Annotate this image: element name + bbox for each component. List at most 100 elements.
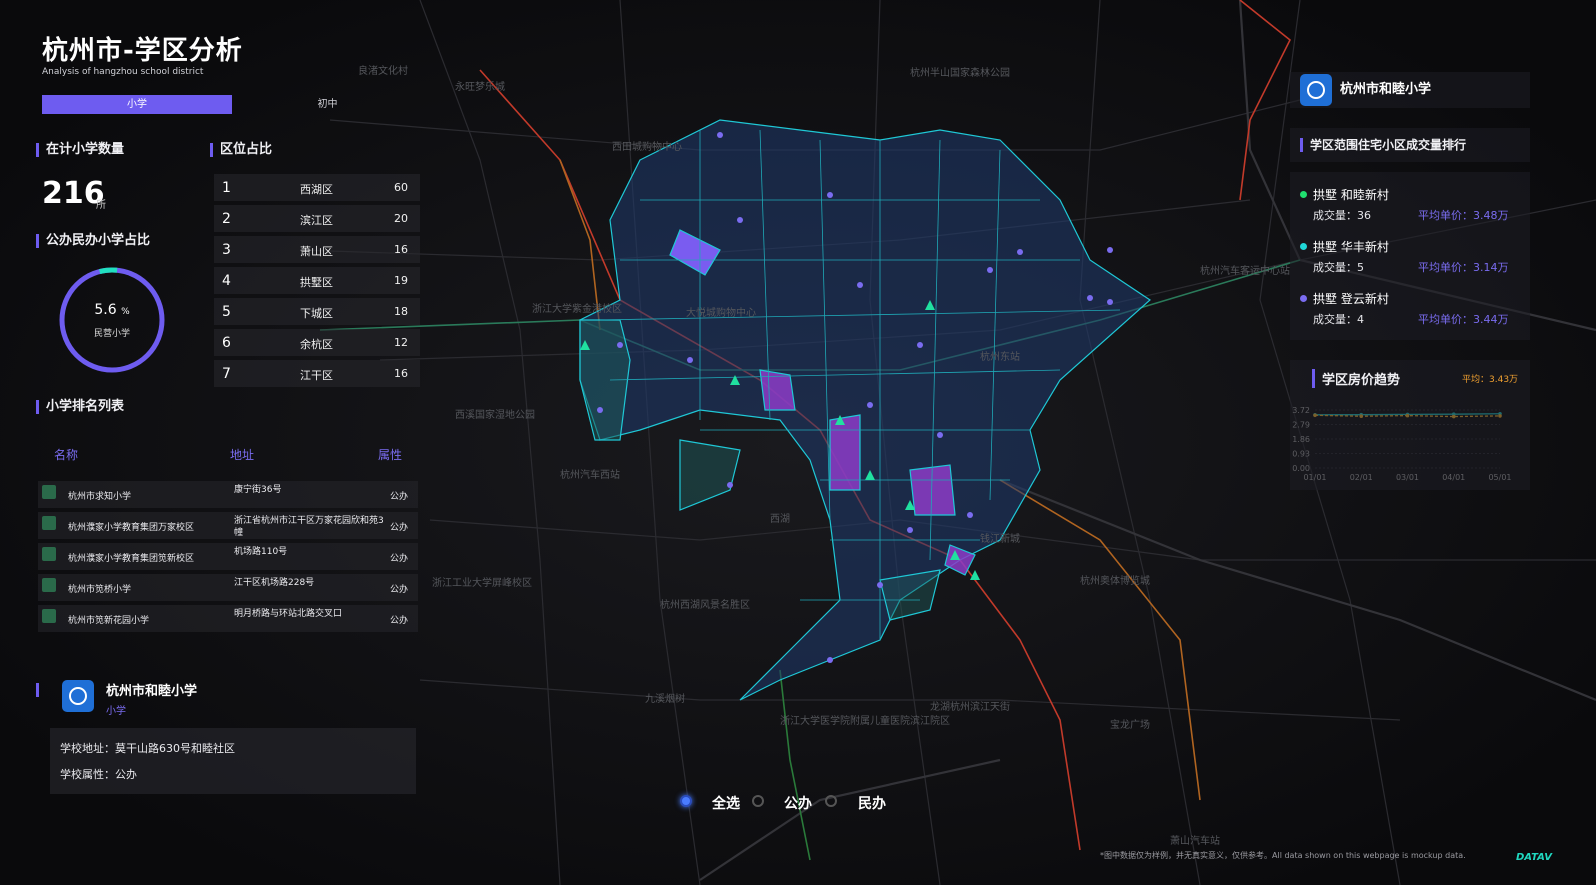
- rank-volume: 成交量：5: [1313, 261, 1364, 274]
- map-label: 杭州西湖风景名胜区: [660, 600, 750, 611]
- map-label: 杭州半山国家森林公园: [910, 68, 1010, 79]
- count-section-title: 在计小学数量: [36, 143, 124, 157]
- school-name: 杭州市笕新花园小学: [68, 616, 150, 626]
- column-header-type[interactable]: 属性: [378, 446, 402, 463]
- district-name: 下城区: [300, 307, 333, 320]
- school-detail-card: [50, 728, 416, 794]
- district-value: 60: [394, 181, 408, 194]
- ratio-ring-arc: [99, 267, 118, 274]
- district-name: 西湖区: [300, 183, 333, 196]
- school-address: 明月桥路与环站北路交叉口: [234, 609, 343, 619]
- rank-volume: 成交量：36: [1313, 209, 1371, 222]
- school-address: 浙江省杭州市江干区万家花园欣和苑3幢: [234, 516, 384, 538]
- district-name: 江干区: [300, 369, 333, 382]
- map-label: 钱江新城: [980, 534, 1020, 545]
- school-row[interactable]: 杭州濮家小学教育集团笕新校区 机场路110号公办: [38, 543, 418, 570]
- school-icon: [42, 609, 56, 623]
- school-type: 公办: [389, 523, 408, 533]
- district-rank: 2: [222, 211, 231, 227]
- map-label: 浙江工业大学屏峰校区: [432, 578, 532, 589]
- legend-radio-private[interactable]: [825, 795, 837, 807]
- school-list-title: 小学排名列表: [36, 400, 124, 414]
- district-value: 12: [394, 336, 408, 349]
- district-row[interactable]: 2 滨江区 20: [214, 205, 420, 232]
- legend-public[interactable]: 公办: [784, 793, 812, 813]
- district-row[interactable]: 6 余杭区 12: [214, 329, 420, 356]
- trend-average: 平均：3.43万: [1462, 375, 1519, 385]
- legend-all[interactable]: 全选: [712, 793, 740, 813]
- disclaimer: *图中数据仅为样例，并无真实意义，仅供参考。All data shown on …: [1100, 851, 1466, 860]
- map-label: 大悦城购物中心: [686, 308, 756, 319]
- school-type: 公办: [389, 554, 408, 564]
- district-name: 滨江区: [300, 214, 333, 227]
- school-type: 公办: [389, 585, 408, 595]
- school-address: 康宁街36号: [234, 485, 282, 495]
- school-name: 杭州濮家小学教育集团万家校区: [68, 523, 195, 533]
- district-rank: 6: [222, 335, 231, 351]
- ratio-label: 民营小学: [93, 329, 130, 339]
- map-label: 宝龙广场: [1110, 720, 1150, 731]
- district-row[interactable]: 7 江干区 16: [214, 360, 420, 387]
- selected-school-name: 杭州市和睦小学: [106, 684, 198, 699]
- school-icon: [42, 547, 56, 561]
- tab-middle-school[interactable]: 初中: [240, 95, 415, 114]
- rank-dot: [1300, 295, 1307, 302]
- school-row[interactable]: 杭州市求知小学 康宁街36号 公办: [38, 481, 418, 508]
- district-rank: 5: [222, 304, 231, 320]
- column-header-name[interactable]: 名称: [54, 446, 78, 463]
- rank-dot: [1300, 191, 1307, 198]
- rank-community-name: 拱墅 和睦新村: [1313, 188, 1389, 202]
- district-rank: 1: [222, 180, 231, 196]
- map-label: 杭州汽车西站: [560, 470, 620, 481]
- map-label: 良渚文化村: [358, 66, 408, 77]
- district-name: 萧山区: [300, 245, 333, 258]
- school-logo-icon: [62, 680, 94, 712]
- district-rank: 4: [222, 273, 231, 289]
- district-row[interactable]: 5 下城区 18: [214, 298, 420, 325]
- school-row[interactable]: 杭州濮家小学教育集团万家校区 浙江省杭州市江干区万家花园欣和苑3幢 公办: [38, 512, 418, 539]
- school-address: 学校地址：莫干山路630号和睦社区: [60, 742, 235, 755]
- ratio-value: 5.6 %: [94, 302, 130, 318]
- school-address: 机场路110号: [234, 547, 288, 557]
- district-value: 16: [394, 367, 408, 380]
- district-rank: 3: [222, 242, 231, 258]
- map-label: 西溪国家湿地公园: [455, 410, 535, 421]
- school-type: 学校属性：公办: [60, 768, 137, 781]
- right-school-name: 杭州市和睦小学: [1340, 82, 1432, 97]
- ratio-section-title: 公办民办小学占比: [36, 234, 150, 248]
- school-count-unit: 所: [96, 200, 106, 211]
- map-label: 九溪烟树: [645, 694, 685, 705]
- district-row[interactable]: 1 西湖区 60: [214, 174, 420, 201]
- map-label: 杭州汽车客运中心站: [1200, 266, 1290, 277]
- rank-section-title: 学区范围住宅小区成交量排行: [1300, 138, 1466, 152]
- school-icon: [42, 516, 56, 530]
- district-value: 18: [394, 305, 408, 318]
- school-address: 江干区机场路228号: [234, 578, 315, 588]
- map-label: 浙江大学紫金港校区: [532, 304, 622, 315]
- rank-price: 平均单价：3.48万: [1418, 209, 1509, 222]
- school-row[interactable]: 杭州市笕桥小学 江干区机场路228号 公办: [38, 574, 418, 601]
- rank-community-name: 拱墅 登云新村: [1313, 292, 1389, 306]
- map-label: 龙湖杭州滨江天街: [930, 702, 1010, 713]
- page-subtitle: Analysis of hangzhou school district: [42, 67, 204, 77]
- column-header-address[interactable]: 地址: [230, 446, 254, 463]
- district-row[interactable]: 3 萧山区 16: [214, 236, 420, 263]
- map-label: 浙江大学医学院附属儿童医院滨江院区: [780, 716, 950, 727]
- legend-private[interactable]: 民办: [858, 793, 886, 813]
- map-label: 永旺梦乐城: [455, 82, 505, 93]
- school-name: 杭州濮家小学教育集团笕新校区: [68, 554, 195, 564]
- district-rank: 7: [222, 366, 231, 382]
- tab-primary-school[interactable]: 小学: [42, 95, 232, 114]
- rank-price: 平均单价：3.44万: [1418, 313, 1509, 326]
- district-value: 16: [394, 243, 408, 256]
- district-value: 20: [394, 212, 408, 225]
- school-icon: [42, 578, 56, 592]
- school-type: 公办: [389, 616, 408, 626]
- map-label: 西湖: [770, 514, 790, 525]
- legend-radio-all[interactable]: [680, 795, 692, 807]
- school-row[interactable]: 杭州市笕新花园小学 明月桥路与环站北路交叉口公办: [38, 605, 418, 632]
- brand-logo: DATAV: [1516, 852, 1552, 863]
- district-row[interactable]: 4 拱墅区 19: [214, 267, 420, 294]
- school-name: 杭州市求知小学: [68, 492, 132, 502]
- legend-radio-public[interactable]: [752, 795, 764, 807]
